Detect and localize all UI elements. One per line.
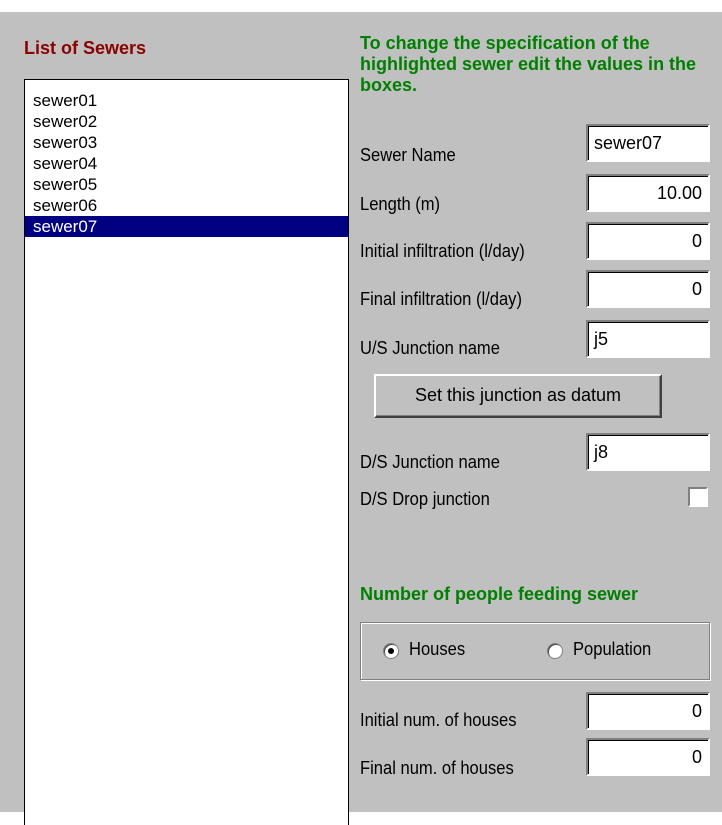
ds-junction-field[interactable]: j8 — [586, 433, 710, 471]
initial-houses-field[interactable]: 0 — [586, 692, 710, 730]
ds-drop-checkbox[interactable] — [688, 487, 708, 507]
people-heading: Number of people feeding sewer — [360, 584, 639, 604]
list-title: List of Sewers — [24, 38, 147, 58]
list-item[interactable]: sewer01 — [25, 90, 348, 111]
final-houses-label: Final num. of houses — [360, 758, 514, 778]
ds-drop-label: D/S Drop junction — [360, 489, 490, 509]
us-junction-field[interactable]: j5 — [586, 320, 710, 358]
sewer-name-label: Sewer Name — [360, 145, 456, 165]
instructions-text: To change the specification of the highl… — [360, 33, 697, 95]
length-label: Length (m) — [360, 194, 441, 214]
initial-houses-label: Initial num. of houses — [360, 710, 517, 730]
sewer-name-field[interactable]: sewer07 — [586, 124, 710, 162]
final-infiltration-label: Final infiltration (l/day) — [360, 289, 522, 309]
final-houses-field[interactable]: 0 — [586, 738, 710, 776]
list-item[interactable]: sewer04 — [25, 153, 348, 174]
list-item[interactable]: sewer07 — [25, 216, 348, 237]
set-datum-button[interactable]: Set this junction as datum — [374, 374, 662, 418]
sewer-editor-panel: List of Sewers sewer01 sewer02 sewer03 sewe… — [0, 12, 722, 825]
population-radio[interactable] — [547, 643, 563, 659]
ds-junction-label: D/S Junction name — [360, 452, 500, 472]
initial-infiltration-field[interactable]: 0 — [586, 222, 710, 260]
radio-selected-dot — [388, 648, 394, 654]
population-radio-label[interactable]: Population — [573, 639, 651, 660]
list-item[interactable]: sewer05 — [25, 174, 348, 195]
final-infiltration-field[interactable]: 0 — [586, 270, 710, 308]
people-option-group: Houses Population — [360, 622, 710, 680]
houses-radio-label[interactable]: Houses — [409, 639, 465, 660]
length-field[interactable]: 10.00 — [586, 174, 710, 212]
us-junction-label: U/S Junction name — [360, 338, 500, 358]
list-item[interactable]: sewer03 — [25, 132, 348, 153]
houses-radio[interactable] — [383, 643, 399, 659]
sewer-listbox[interactable]: sewer01 sewer02 sewer03 sewer04 sewer05 sewer… — [24, 79, 349, 825]
list-item[interactable]: sewer02 — [25, 111, 348, 132]
list-item[interactable]: sewer06 — [25, 195, 348, 216]
initial-infiltration-label: Initial infiltration (l/day) — [360, 241, 525, 261]
